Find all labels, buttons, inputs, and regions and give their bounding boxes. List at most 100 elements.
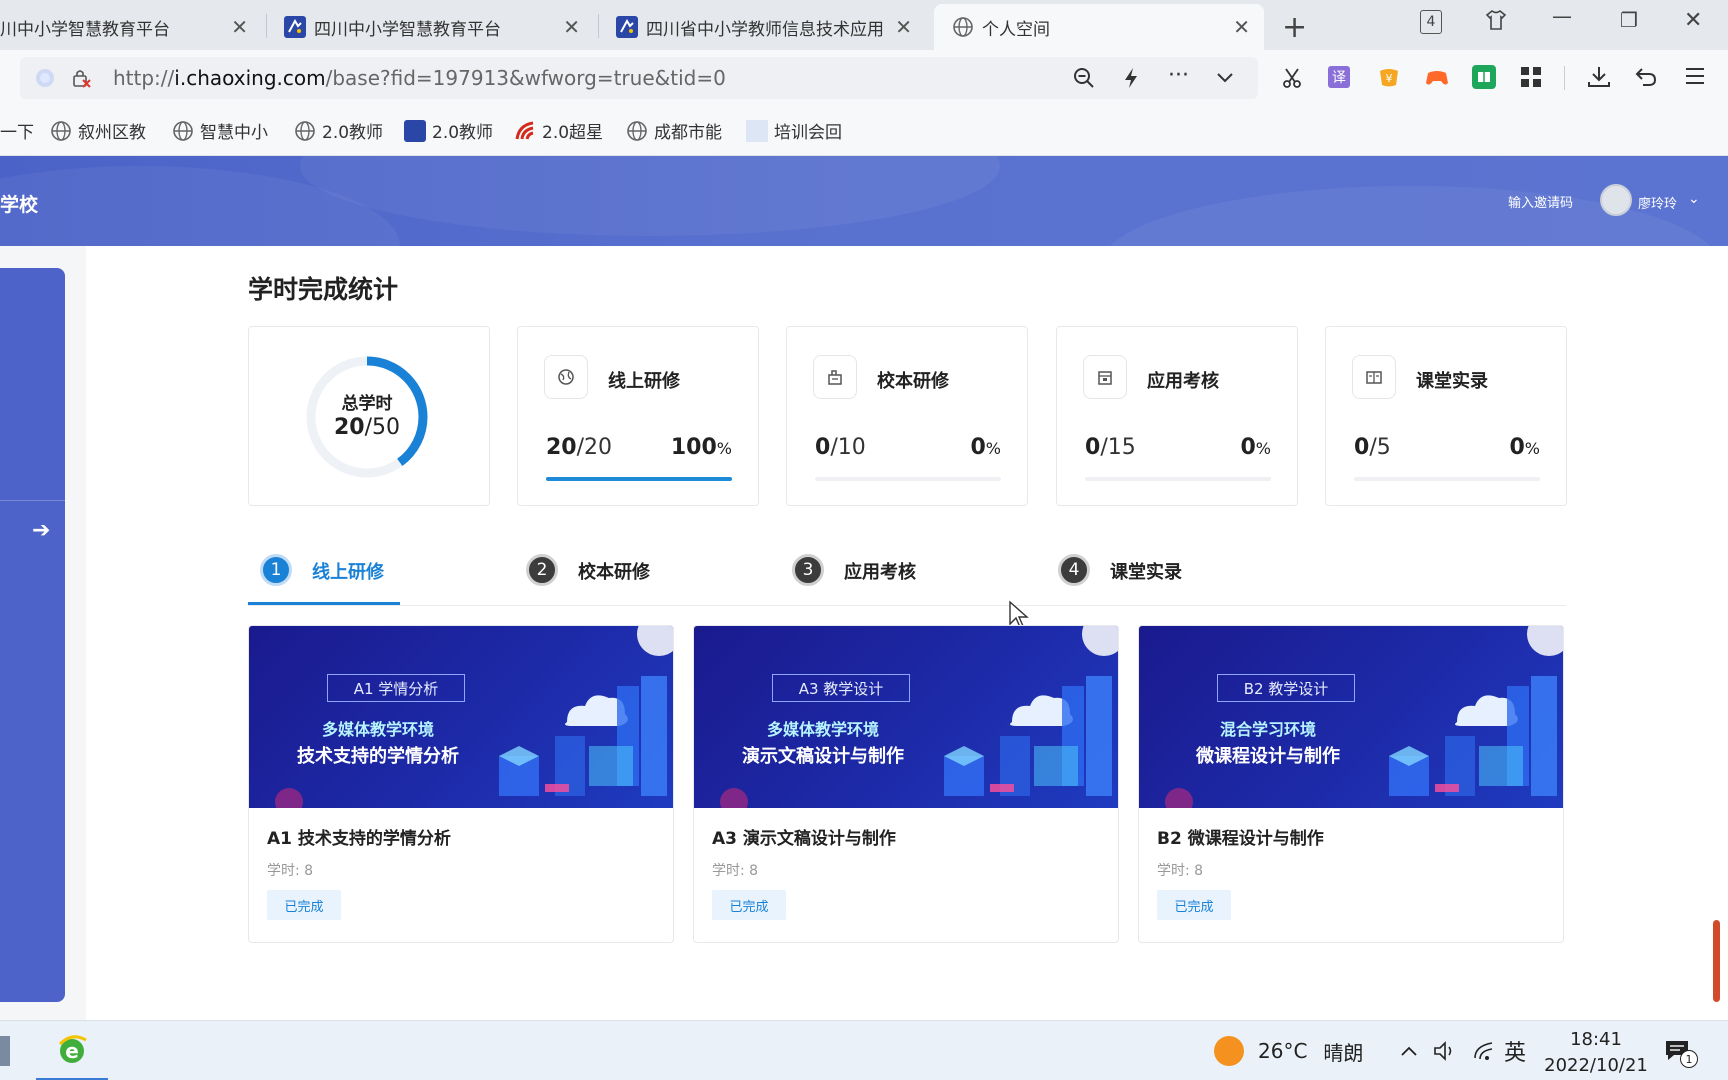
- ime-indicator[interactable]: 英: [1504, 1021, 1526, 1080]
- course-card[interactable]: A3 教学设计 多媒体教学环境 演示文稿设计与制作 A3 演示文稿设计与制作 学…: [693, 625, 1119, 943]
- site-name[interactable]: 学校: [0, 190, 38, 217]
- close-icon[interactable]: ✕: [231, 15, 248, 39]
- close-icon[interactable]: ✕: [1233, 15, 1250, 39]
- globe-icon: [544, 355, 588, 399]
- course-banner-title: 技术支持的学情分析: [297, 746, 459, 767]
- course-card[interactable]: A1 学情分析 多媒体教学环境 技术支持的学情分析 A1 技术支持的学情分析 学…: [248, 625, 674, 943]
- menu-icon[interactable]: [1684, 65, 1706, 87]
- course-banner: B2 教学设计 混合学习环境 微课程设计与制作: [1139, 626, 1563, 808]
- window-close-button[interactable]: ✕: [1684, 8, 1702, 33]
- taskbar-app[interactable]: [0, 1021, 12, 1080]
- chevron-down-icon[interactable]: [1214, 66, 1236, 88]
- apps-icon[interactable]: [1520, 66, 1542, 88]
- stat-pct-value: 0: [1509, 435, 1525, 460]
- close-icon[interactable]: ✕: [895, 15, 912, 39]
- notification-icon[interactable]: 1: [1664, 1021, 1710, 1080]
- close-icon[interactable]: ✕: [563, 15, 580, 39]
- total-hours-label: 总学时: [341, 394, 393, 414]
- more-icon[interactable]: ···: [1168, 63, 1189, 88]
- stat-card-label: 应用考核: [1147, 371, 1219, 392]
- bookmark-item[interactable]: 成都市能: [626, 118, 722, 143]
- restore-button[interactable]: ❐: [1620, 8, 1638, 32]
- stat-card-online[interactable]: 线上研修 20/20 100%: [517, 326, 759, 506]
- stat-pct-unit: %: [1255, 439, 1271, 458]
- browser-tab-3[interactable]: 四川省中小学教师信息技术应用 ✕: [616, 4, 926, 50]
- invite-code-link[interactable]: 输入邀请码: [1508, 192, 1573, 211]
- bookmark-item[interactable]: 2.0超星: [514, 118, 603, 143]
- clock-date: 2022/10/21: [1544, 1055, 1648, 1076]
- skin-icon[interactable]: [1484, 8, 1508, 37]
- arrow-right-icon[interactable]: ➔: [32, 518, 50, 543]
- bookmark-item[interactable]: 智慧中小: [172, 118, 268, 143]
- stat-card-assessment[interactable]: 应用考核 0/15 0%: [1056, 326, 1298, 506]
- translate-icon[interactable]: 译: [1328, 66, 1350, 88]
- user-name[interactable]: 廖玲玲: [1638, 193, 1677, 212]
- minimize-button[interactable]: —: [1552, 4, 1572, 28]
- course-title[interactable]: A1 技术支持的学情分析: [267, 824, 451, 849]
- address-bar[interactable]: http://i.chaoxing.com/base?fid=197913&wf…: [20, 57, 1258, 99]
- undo-icon[interactable]: [1634, 65, 1658, 89]
- stat-pct-unit: %: [716, 439, 732, 458]
- bookmark-item[interactable]: 叙州区教: [50, 118, 146, 143]
- site-logo-icon: [616, 16, 638, 38]
- course-title[interactable]: A3 演示文稿设计与制作: [712, 824, 896, 849]
- chevron-down-icon[interactable]: ⌄: [1688, 191, 1700, 207]
- globe-icon: [626, 120, 648, 142]
- stat-card-percent: 0%: [1240, 435, 1271, 460]
- stat-pct-value: 0: [970, 435, 986, 460]
- tab-online-study[interactable]: 1 线上研修: [260, 554, 384, 606]
- wifi-icon[interactable]: [1472, 1021, 1498, 1080]
- tab-count-button[interactable]: 4: [1420, 10, 1442, 34]
- bookmarks-bar: 一下 叙州区教 智慧中小 2.0教师 2.0教师 2.0超星 成都市能 培训会回: [0, 106, 1728, 156]
- site-logo-icon: [284, 16, 306, 38]
- url-text[interactable]: http://i.chaoxing.com/base?fid=197913&wf…: [113, 66, 726, 90]
- svg-text:e: e: [65, 1039, 79, 1063]
- stat-done: 0: [815, 435, 831, 460]
- site-logo-icon: [404, 119, 426, 142]
- total-hours-value: 20/50: [305, 415, 429, 440]
- insecure-lock-icon[interactable]: [70, 67, 92, 89]
- book-icon[interactable]: [1472, 65, 1496, 89]
- scissors-icon[interactable]: [1280, 66, 1304, 90]
- chevron-up-icon[interactable]: [1398, 1021, 1420, 1080]
- stat-card-progress: 0/10: [815, 435, 866, 460]
- tab-assessment[interactable]: 3 应用考核: [792, 554, 916, 606]
- stat-total: /20: [576, 435, 613, 460]
- tab-classroom-record[interactable]: 4 课堂实录: [1058, 554, 1182, 606]
- zoom-icon[interactable]: [1072, 66, 1096, 90]
- lightning-icon[interactable]: [1120, 66, 1142, 90]
- tab-label: 校本研修: [578, 562, 650, 583]
- stat-card-school[interactable]: 校本研修 0/10 0%: [786, 326, 1028, 506]
- bookmark-item[interactable]: 一下: [0, 118, 34, 143]
- stat-card-classroom[interactable]: 课堂实录 0/5 0%: [1325, 326, 1567, 506]
- download-icon[interactable]: [1586, 65, 1612, 89]
- gamepad-icon[interactable]: [1424, 66, 1450, 88]
- book-open-icon: [1352, 355, 1396, 399]
- building-icon: [813, 355, 857, 399]
- step-tabs: 1 线上研修 2 校本研修 3 应用考核 4 课堂实录: [248, 548, 1566, 606]
- volume-icon[interactable]: [1432, 1021, 1458, 1080]
- weather-widget[interactable]: 26°C 晴朗: [1214, 1021, 1363, 1080]
- tab-school-study[interactable]: 2 校本研修: [526, 554, 650, 606]
- avatar[interactable]: [1600, 184, 1632, 216]
- total-hours-card: 总学时 20/50: [248, 326, 490, 506]
- browser-tab-1[interactable]: 川中小学智慧教育平台 ✕: [0, 4, 262, 50]
- clock[interactable]: 18:41 2022/10/21: [1534, 1027, 1658, 1079]
- course-card[interactable]: B2 教学设计 混合学习环境 微课程设计与制作 B2 微课程设计与制作 学时: …: [1138, 625, 1564, 943]
- status-badge: 已完成: [712, 890, 786, 920]
- bookmark-item[interactable]: 2.0教师: [294, 118, 383, 143]
- browser-tab-active[interactable]: 个人空间 ✕: [934, 4, 1264, 50]
- scrollbar-thumb[interactable]: [1713, 920, 1720, 1002]
- stat-card-label: 线上研修: [608, 371, 680, 392]
- bookmark-item[interactable]: 2.0教师: [404, 118, 493, 143]
- url-host: i.chaoxing.com: [174, 66, 326, 90]
- active-tab-indicator: [248, 602, 400, 605]
- course-title[interactable]: B2 微课程设计与制作: [1157, 824, 1324, 849]
- course-hours: 学时: 8: [267, 863, 314, 879]
- wallet-icon[interactable]: ¥: [1377, 65, 1401, 89]
- bookmark-item[interactable]: 培训会回: [746, 118, 842, 143]
- bookmark-label: 2.0超星: [542, 123, 604, 143]
- new-tab-button[interactable]: +: [1282, 10, 1307, 45]
- ie-browser-icon[interactable]: e: [36, 1021, 108, 1080]
- browser-tab-2[interactable]: 四川中小学智慧教育平台 ✕: [284, 4, 594, 50]
